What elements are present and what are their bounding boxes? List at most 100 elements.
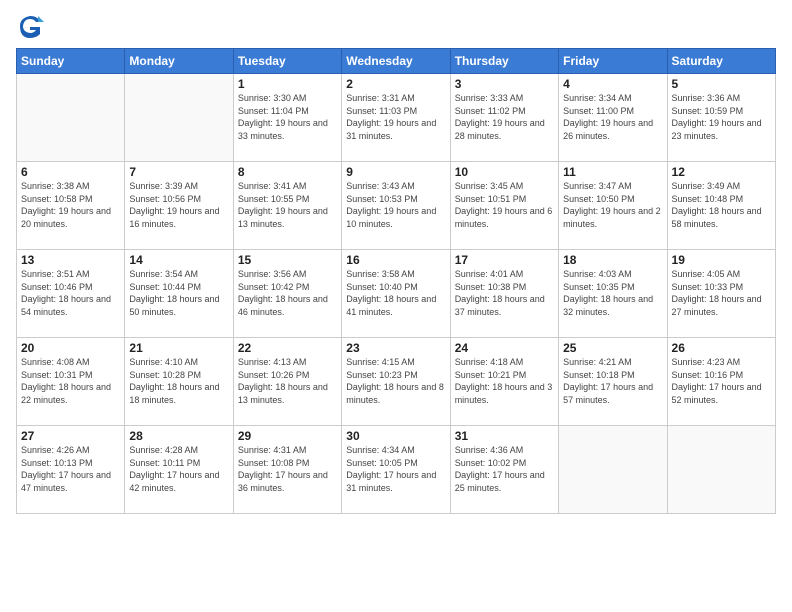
day-info: Sunrise: 3:39 AM Sunset: 10:56 PM Daylig… [129,180,228,230]
calendar-cell: 10Sunrise: 3:45 AM Sunset: 10:51 PM Dayl… [450,162,558,250]
day-number: 6 [21,165,120,179]
calendar-cell: 27Sunrise: 4:26 AM Sunset: 10:13 PM Dayl… [17,426,125,514]
calendar-cell: 5Sunrise: 3:36 AM Sunset: 10:59 PM Dayli… [667,74,775,162]
calendar-cell: 3Sunrise: 3:33 AM Sunset: 11:02 PM Dayli… [450,74,558,162]
calendar-cell: 18Sunrise: 4:03 AM Sunset: 10:35 PM Dayl… [559,250,667,338]
day-info: Sunrise: 3:30 AM Sunset: 11:04 PM Daylig… [238,92,337,142]
day-header-friday: Friday [559,49,667,74]
day-number: 5 [672,77,771,91]
day-number: 10 [455,165,554,179]
day-number: 26 [672,341,771,355]
day-number: 2 [346,77,445,91]
day-info: Sunrise: 3:33 AM Sunset: 11:02 PM Daylig… [455,92,554,142]
calendar-week-5: 27Sunrise: 4:26 AM Sunset: 10:13 PM Dayl… [17,426,776,514]
calendar-cell [667,426,775,514]
day-number: 22 [238,341,337,355]
day-number: 3 [455,77,554,91]
day-info: Sunrise: 3:34 AM Sunset: 11:00 PM Daylig… [563,92,662,142]
day-info: Sunrise: 4:36 AM Sunset: 10:02 PM Daylig… [455,444,554,494]
day-number: 17 [455,253,554,267]
day-info: Sunrise: 3:47 AM Sunset: 10:50 PM Daylig… [563,180,662,230]
day-number: 21 [129,341,228,355]
calendar-cell [559,426,667,514]
day-info: Sunrise: 3:31 AM Sunset: 11:03 PM Daylig… [346,92,445,142]
day-info: Sunrise: 3:45 AM Sunset: 10:51 PM Daylig… [455,180,554,230]
calendar-cell: 2Sunrise: 3:31 AM Sunset: 11:03 PM Dayli… [342,74,450,162]
page: SundayMondayTuesdayWednesdayThursdayFrid… [0,0,792,612]
calendar-cell: 19Sunrise: 4:05 AM Sunset: 10:33 PM Dayl… [667,250,775,338]
day-info: Sunrise: 4:26 AM Sunset: 10:13 PM Daylig… [21,444,120,494]
calendar-cell: 20Sunrise: 4:08 AM Sunset: 10:31 PM Dayl… [17,338,125,426]
day-info: Sunrise: 4:31 AM Sunset: 10:08 PM Daylig… [238,444,337,494]
day-number: 9 [346,165,445,179]
day-number: 1 [238,77,337,91]
calendar-cell: 29Sunrise: 4:31 AM Sunset: 10:08 PM Dayl… [233,426,341,514]
day-number: 28 [129,429,228,443]
day-header-tuesday: Tuesday [233,49,341,74]
header [16,12,776,40]
calendar-cell: 13Sunrise: 3:51 AM Sunset: 10:46 PM Dayl… [17,250,125,338]
day-number: 4 [563,77,662,91]
day-info: Sunrise: 4:18 AM Sunset: 10:21 PM Daylig… [455,356,554,406]
day-header-monday: Monday [125,49,233,74]
calendar-cell: 6Sunrise: 3:38 AM Sunset: 10:58 PM Dayli… [17,162,125,250]
calendar-cell: 17Sunrise: 4:01 AM Sunset: 10:38 PM Dayl… [450,250,558,338]
day-number: 18 [563,253,662,267]
day-number: 24 [455,341,554,355]
day-number: 20 [21,341,120,355]
calendar-cell: 16Sunrise: 3:58 AM Sunset: 10:40 PM Dayl… [342,250,450,338]
calendar-week-4: 20Sunrise: 4:08 AM Sunset: 10:31 PM Dayl… [17,338,776,426]
day-info: Sunrise: 3:58 AM Sunset: 10:40 PM Daylig… [346,268,445,318]
day-number: 7 [129,165,228,179]
calendar-week-1: 1Sunrise: 3:30 AM Sunset: 11:04 PM Dayli… [17,74,776,162]
calendar-cell: 22Sunrise: 4:13 AM Sunset: 10:26 PM Dayl… [233,338,341,426]
calendar-cell: 14Sunrise: 3:54 AM Sunset: 10:44 PM Dayl… [125,250,233,338]
day-number: 29 [238,429,337,443]
calendar-header-row: SundayMondayTuesdayWednesdayThursdayFrid… [17,49,776,74]
calendar-cell: 12Sunrise: 3:49 AM Sunset: 10:48 PM Dayl… [667,162,775,250]
calendar-week-2: 6Sunrise: 3:38 AM Sunset: 10:58 PM Dayli… [17,162,776,250]
day-info: Sunrise: 4:13 AM Sunset: 10:26 PM Daylig… [238,356,337,406]
day-info: Sunrise: 4:05 AM Sunset: 10:33 PM Daylig… [672,268,771,318]
day-info: Sunrise: 4:10 AM Sunset: 10:28 PM Daylig… [129,356,228,406]
calendar-cell: 4Sunrise: 3:34 AM Sunset: 11:00 PM Dayli… [559,74,667,162]
calendar-cell: 26Sunrise: 4:23 AM Sunset: 10:16 PM Dayl… [667,338,775,426]
day-info: Sunrise: 4:28 AM Sunset: 10:11 PM Daylig… [129,444,228,494]
calendar-cell: 21Sunrise: 4:10 AM Sunset: 10:28 PM Dayl… [125,338,233,426]
calendar-cell: 8Sunrise: 3:41 AM Sunset: 10:55 PM Dayli… [233,162,341,250]
calendar-cell: 23Sunrise: 4:15 AM Sunset: 10:23 PM Dayl… [342,338,450,426]
day-header-wednesday: Wednesday [342,49,450,74]
day-info: Sunrise: 4:23 AM Sunset: 10:16 PM Daylig… [672,356,771,406]
day-info: Sunrise: 3:49 AM Sunset: 10:48 PM Daylig… [672,180,771,230]
calendar-cell: 24Sunrise: 4:18 AM Sunset: 10:21 PM Dayl… [450,338,558,426]
calendar-cell: 1Sunrise: 3:30 AM Sunset: 11:04 PM Dayli… [233,74,341,162]
calendar-cell: 7Sunrise: 3:39 AM Sunset: 10:56 PM Dayli… [125,162,233,250]
day-number: 15 [238,253,337,267]
day-info: Sunrise: 4:01 AM Sunset: 10:38 PM Daylig… [455,268,554,318]
calendar-cell: 15Sunrise: 3:56 AM Sunset: 10:42 PM Dayl… [233,250,341,338]
day-number: 14 [129,253,228,267]
day-info: Sunrise: 3:54 AM Sunset: 10:44 PM Daylig… [129,268,228,318]
day-header-saturday: Saturday [667,49,775,74]
logo-icon [16,12,44,40]
calendar-cell: 25Sunrise: 4:21 AM Sunset: 10:18 PM Dayl… [559,338,667,426]
calendar-cell: 11Sunrise: 3:47 AM Sunset: 10:50 PM Dayl… [559,162,667,250]
calendar-cell [17,74,125,162]
day-info: Sunrise: 4:15 AM Sunset: 10:23 PM Daylig… [346,356,445,406]
day-info: Sunrise: 4:03 AM Sunset: 10:35 PM Daylig… [563,268,662,318]
day-number: 27 [21,429,120,443]
logo [16,12,46,40]
day-number: 12 [672,165,771,179]
day-info: Sunrise: 4:34 AM Sunset: 10:05 PM Daylig… [346,444,445,494]
day-info: Sunrise: 3:41 AM Sunset: 10:55 PM Daylig… [238,180,337,230]
day-number: 19 [672,253,771,267]
day-number: 16 [346,253,445,267]
day-info: Sunrise: 3:51 AM Sunset: 10:46 PM Daylig… [21,268,120,318]
day-info: Sunrise: 3:36 AM Sunset: 10:59 PM Daylig… [672,92,771,142]
day-number: 25 [563,341,662,355]
day-number: 30 [346,429,445,443]
day-number: 23 [346,341,445,355]
day-number: 11 [563,165,662,179]
calendar-cell: 31Sunrise: 4:36 AM Sunset: 10:02 PM Dayl… [450,426,558,514]
day-info: Sunrise: 3:43 AM Sunset: 10:53 PM Daylig… [346,180,445,230]
